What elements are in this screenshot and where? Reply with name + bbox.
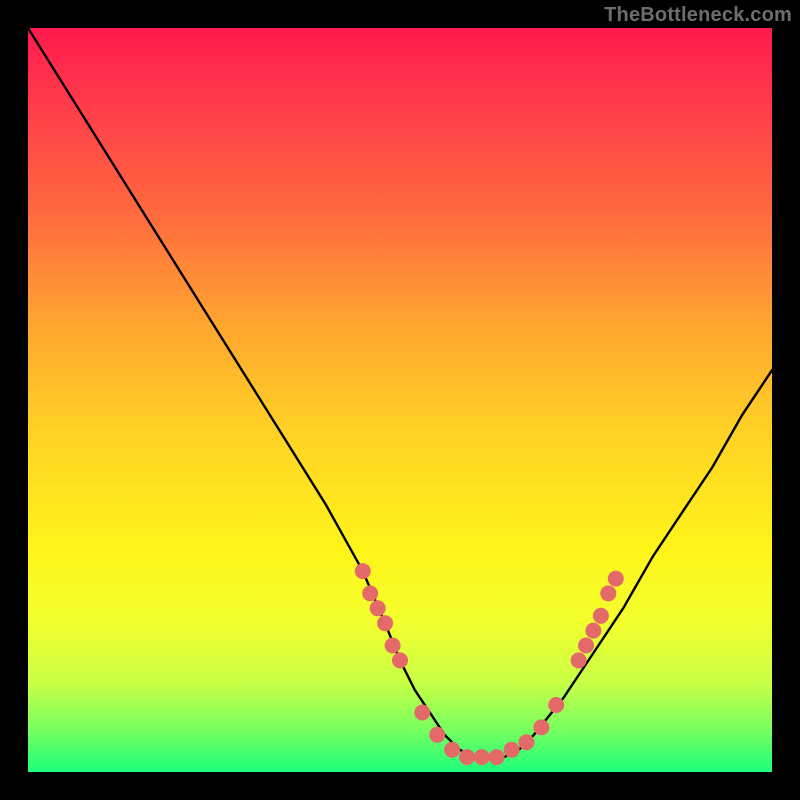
highlight-dot bbox=[600, 585, 616, 601]
plot-area bbox=[28, 28, 772, 772]
highlight-dot bbox=[593, 608, 609, 624]
highlight-dot bbox=[585, 623, 601, 639]
highlight-dot bbox=[444, 742, 460, 758]
highlight-dot bbox=[355, 563, 371, 579]
highlight-dot bbox=[414, 705, 430, 721]
highlight-dot bbox=[489, 749, 505, 765]
highlight-dot bbox=[392, 652, 408, 668]
highlight-dot bbox=[377, 615, 393, 631]
highlight-dot bbox=[385, 638, 401, 654]
highlight-dot bbox=[370, 600, 386, 616]
highlight-dot bbox=[362, 585, 378, 601]
watermark-text: TheBottleneck.com bbox=[604, 4, 792, 27]
highlight-dot bbox=[519, 734, 535, 750]
highlight-dot bbox=[429, 727, 445, 743]
highlight-dot bbox=[608, 571, 624, 587]
chart-frame: TheBottleneck.com bbox=[0, 0, 800, 800]
highlight-dot bbox=[578, 638, 594, 654]
highlight-dot bbox=[533, 719, 549, 735]
curve-svg bbox=[28, 28, 772, 772]
highlight-dots-group bbox=[355, 563, 624, 765]
highlight-dot bbox=[504, 742, 520, 758]
highlight-dot bbox=[474, 749, 490, 765]
highlight-dot bbox=[548, 697, 564, 713]
highlight-dot bbox=[571, 652, 587, 668]
highlight-dot bbox=[459, 749, 475, 765]
